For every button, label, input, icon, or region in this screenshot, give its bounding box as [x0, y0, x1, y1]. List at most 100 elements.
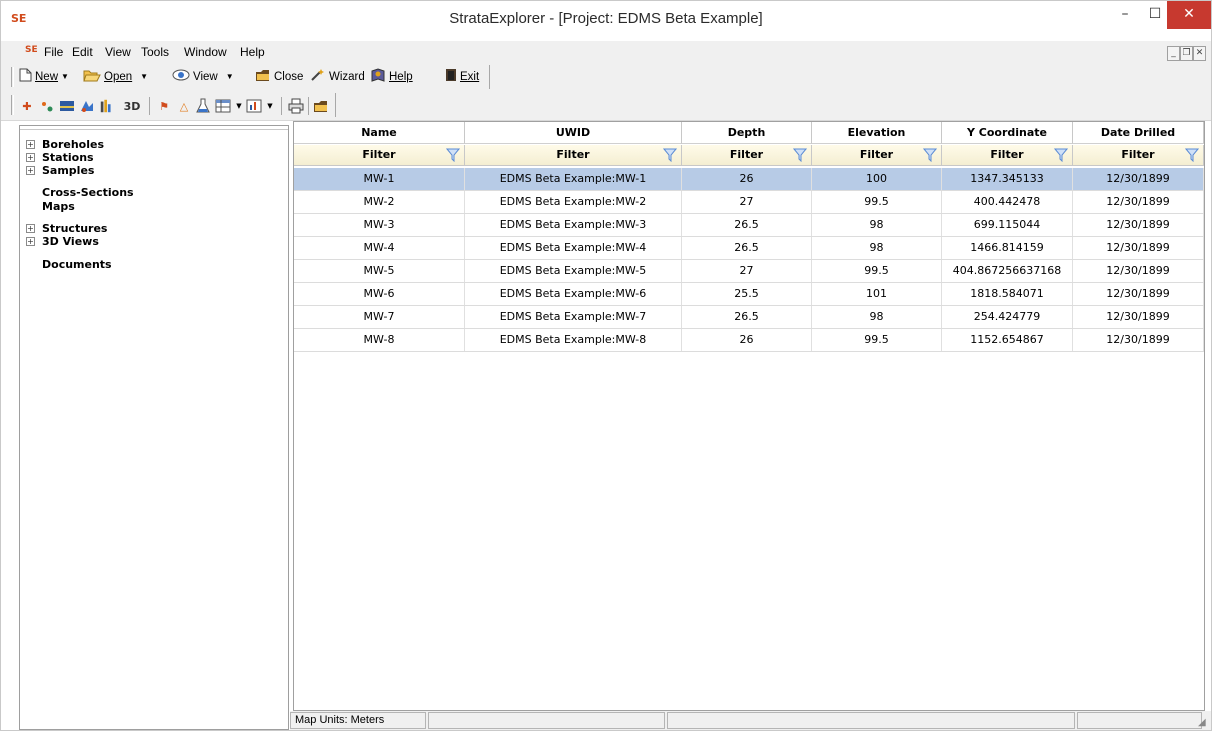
menu-file[interactable]: File: [44, 45, 63, 59]
cell-date-drilled[interactable]: 12/30/1899: [1073, 214, 1204, 236]
filter-cell[interactable]: Filter: [294, 145, 465, 166]
menu-window[interactable]: Window: [184, 45, 227, 59]
help-button[interactable]: Help: [370, 68, 413, 85]
cell-depth[interactable]: 26.5: [682, 237, 812, 259]
map-icon[interactable]: [79, 98, 95, 114]
exit-button[interactable]: Exit: [445, 68, 479, 85]
cross-section-icon[interactable]: [59, 98, 75, 114]
cell-elevation[interactable]: 99.5: [812, 329, 942, 351]
minimize-button[interactable]: –: [1108, 1, 1142, 29]
cell-elevation[interactable]: 98: [812, 306, 942, 328]
tree-item-samples[interactable]: + Samples: [20, 164, 94, 177]
table-row[interactable]: MW-5 EDMS Beta Example:MW-5 27 99.5 404.8672…: [294, 260, 1204, 283]
cell-uwid[interactable]: EDMS Beta Example:MW-6: [465, 283, 682, 305]
flag-icon[interactable]: ⚑: [156, 98, 172, 114]
cell-name[interactable]: MW-1: [294, 168, 465, 190]
mdi-close-button[interactable]: ✕: [1193, 46, 1206, 61]
cell-name[interactable]: MW-6: [294, 283, 465, 305]
column-header-depth[interactable]: Depth: [682, 122, 812, 144]
table-icon[interactable]: [215, 98, 231, 114]
cell-depth[interactable]: 26.5: [682, 214, 812, 236]
cell-depth[interactable]: 26: [682, 329, 812, 351]
filter-cell[interactable]: Filter: [812, 145, 942, 166]
column-header-name[interactable]: Name: [294, 122, 465, 144]
cell-y-coordinate[interactable]: 1466.814159: [942, 237, 1073, 259]
cell-name[interactable]: MW-4: [294, 237, 465, 259]
chart-icon[interactable]: [246, 98, 262, 114]
close-folder-icon[interactable]: [313, 98, 329, 114]
cell-uwid[interactable]: EDMS Beta Example:MW-7: [465, 306, 682, 328]
table-row[interactable]: MW-4 EDMS Beta Example:MW-4 26.5 98 1466.814…: [294, 237, 1204, 260]
cell-name[interactable]: MW-3: [294, 214, 465, 236]
toolbar-grip[interactable]: [11, 67, 14, 87]
filter-cell[interactable]: Filter: [465, 145, 682, 166]
new-button[interactable]: New ▼: [19, 68, 69, 85]
cell-elevation[interactable]: 101: [812, 283, 942, 305]
cell-y-coordinate[interactable]: 699.115044: [942, 214, 1073, 236]
borehole-icon[interactable]: ✚: [19, 98, 35, 114]
cell-date-drilled[interactable]: 12/30/1899: [1073, 191, 1204, 213]
station-icon[interactable]: [39, 98, 55, 114]
column-header-elevation[interactable]: Elevation: [812, 122, 942, 144]
tree-item-boreholes[interactable]: + Boreholes: [20, 138, 104, 151]
cell-depth[interactable]: 27: [682, 191, 812, 213]
cell-depth[interactable]: 26: [682, 168, 812, 190]
cell-uwid[interactable]: EDMS Beta Example:MW-5: [465, 260, 682, 282]
filter-funnel-icon[interactable]: [445, 148, 461, 169]
cell-elevation[interactable]: 99.5: [812, 260, 942, 282]
sample-flask-icon[interactable]: [195, 98, 211, 114]
cell-name[interactable]: MW-8: [294, 329, 465, 351]
cell-uwid[interactable]: EDMS Beta Example:MW-4: [465, 237, 682, 259]
cell-elevation[interactable]: 98: [812, 214, 942, 236]
cell-y-coordinate[interactable]: 1347.345133: [942, 168, 1073, 190]
cell-name[interactable]: MW-7: [294, 306, 465, 328]
open-button[interactable]: Open ▼: [83, 68, 148, 85]
filter-funnel-icon[interactable]: [1053, 148, 1069, 169]
cell-elevation[interactable]: 100: [812, 168, 942, 190]
resize-grip-icon[interactable]: ◢: [1198, 718, 1208, 728]
filter-cell[interactable]: Filter: [942, 145, 1073, 166]
cell-name[interactable]: MW-5: [294, 260, 465, 282]
cell-date-drilled[interactable]: 12/30/1899: [1073, 306, 1204, 328]
cell-elevation[interactable]: 98: [812, 237, 942, 259]
column-header-uwid[interactable]: UWID: [465, 122, 682, 144]
cell-depth[interactable]: 26.5: [682, 306, 812, 328]
tree-item-stations[interactable]: + Stations: [20, 151, 94, 164]
borehole-grid[interactable]: Name Filter UWID Filter Depth Filter Elevation…: [293, 121, 1205, 711]
cell-uwid[interactable]: EDMS Beta Example:MW-8: [465, 329, 682, 351]
table-row[interactable]: MW-8 EDMS Beta Example:MW-8 26 99.5 1152.654…: [294, 329, 1204, 352]
expand-icon[interactable]: +: [26, 139, 35, 149]
cell-y-coordinate[interactable]: 1152.654867: [942, 329, 1073, 351]
cell-uwid[interactable]: EDMS Beta Example:MW-1: [465, 168, 682, 190]
print-icon[interactable]: [288, 98, 304, 114]
filter-cell[interactable]: Filter: [682, 145, 812, 166]
filter-funnel-icon[interactable]: [792, 148, 808, 169]
cell-y-coordinate[interactable]: 400.442478: [942, 191, 1073, 213]
table-row[interactable]: MW-3 EDMS Beta Example:MW-3 26.5 98 699.1150…: [294, 214, 1204, 237]
cell-y-coordinate[interactable]: 404.867256637168: [942, 260, 1073, 282]
table-row[interactable]: MW-2 EDMS Beta Example:MW-2 27 99.5 400.4424…: [294, 191, 1204, 214]
filter-funnel-icon[interactable]: [662, 148, 678, 169]
filter-cell[interactable]: Filter: [1073, 145, 1204, 166]
close-window-button[interactable]: ✕: [1167, 1, 1211, 29]
table-row[interactable]: MW-1 EDMS Beta Example:MW-1 26 100 1347.3451…: [294, 168, 1204, 191]
cell-date-drilled[interactable]: 12/30/1899: [1073, 283, 1204, 305]
table-row[interactable]: MW-6 EDMS Beta Example:MW-6 25.5 101 1818.58…: [294, 283, 1204, 306]
cell-date-drilled[interactable]: 12/30/1899: [1073, 168, 1204, 190]
tree-item-maps[interactable]: Maps: [20, 200, 75, 213]
table-row[interactable]: MW-7 EDMS Beta Example:MW-7 26.5 98 254.4247…: [294, 306, 1204, 329]
menu-help[interactable]: Help: [240, 45, 265, 59]
filter-funnel-icon[interactable]: [1184, 148, 1200, 169]
cell-uwid[interactable]: EDMS Beta Example:MW-2: [465, 191, 682, 213]
view-button[interactable]: View ▼: [172, 68, 234, 85]
project-tree[interactable]: + Boreholes + Stations + Samples Cross-Section…: [19, 125, 289, 730]
expand-icon[interactable]: +: [26, 236, 35, 246]
expand-icon[interactable]: +: [26, 152, 35, 162]
cell-date-drilled[interactable]: 12/30/1899: [1073, 329, 1204, 351]
menu-view[interactable]: View: [105, 45, 131, 59]
cell-date-drilled[interactable]: 12/30/1899: [1073, 237, 1204, 259]
menu-edit[interactable]: Edit: [72, 45, 93, 59]
mdi-restore-button[interactable]: ❐: [1180, 46, 1193, 61]
menu-tools[interactable]: Tools: [141, 45, 169, 59]
filter-funnel-icon[interactable]: [922, 148, 938, 169]
